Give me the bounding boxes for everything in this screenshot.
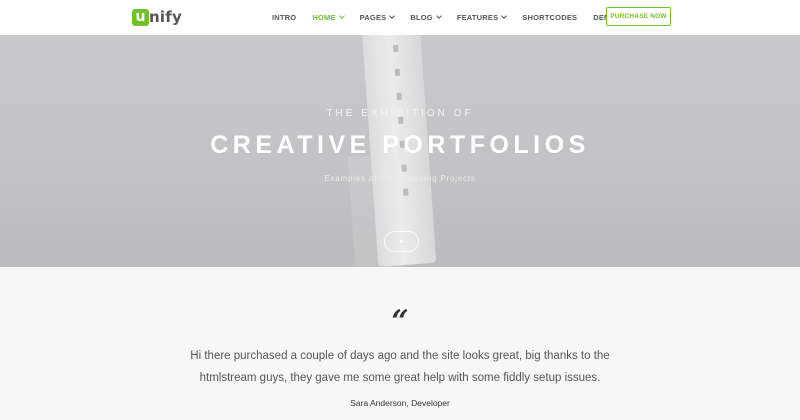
nav-item-intro[interactable]: INTRO <box>272 13 296 22</box>
testimonial-text: Hi there purchased a couple of days ago … <box>190 350 610 384</box>
nav-item-label: BLOG <box>410 13 433 22</box>
chevron-down-icon <box>501 13 508 19</box>
nav-item-label: PAGES <box>359 13 387 22</box>
nav-item-blog[interactable]: BLOG <box>410 13 442 22</box>
chevron-down-icon <box>435 13 442 19</box>
hero-subtitle: Examples of Our Branding Projects <box>324 174 476 183</box>
nav-item-label: SHORTCODES <box>522 13 578 22</box>
hero-pretitle: THE EXHIBITION OF <box>326 108 474 119</box>
scroll-down-button[interactable] <box>384 231 419 252</box>
nav-item-pages[interactable]: PAGES <box>359 13 396 22</box>
nav-item-label: HOME <box>312 13 336 22</box>
quote-icon: “ <box>391 304 409 339</box>
logo[interactable]: u nify <box>132 6 182 28</box>
chevron-down-icon <box>389 13 396 19</box>
nav-item-home[interactable]: HOME <box>312 13 345 22</box>
hero-title: CREATIVE PORTFOLIOS <box>210 131 590 159</box>
nav-item-shortcodes[interactable]: SHORTCODES <box>522 13 577 22</box>
nav-item-label: FEATURES <box>456 13 499 22</box>
scroll-down-icon <box>400 240 403 243</box>
main-nav: INTRO HOME PAGES BLOG FEATURES SHORTCODE… <box>272 0 646 35</box>
nav-item-features[interactable]: FEATURES <box>456 13 508 22</box>
nav-item-label: INTRO <box>272 13 297 22</box>
chevron-down-icon <box>338 13 345 19</box>
site-header: u nify INTRO HOME PAGES BLOG FEATURES SH… <box>0 0 800 35</box>
purchase-now-button[interactable]: PURCHASE NOW <box>606 7 671 26</box>
logo-text: nify <box>149 8 182 26</box>
testimonial-author: Sara Anderson, Developer <box>350 398 450 408</box>
logo-mark: u <box>132 8 149 26</box>
